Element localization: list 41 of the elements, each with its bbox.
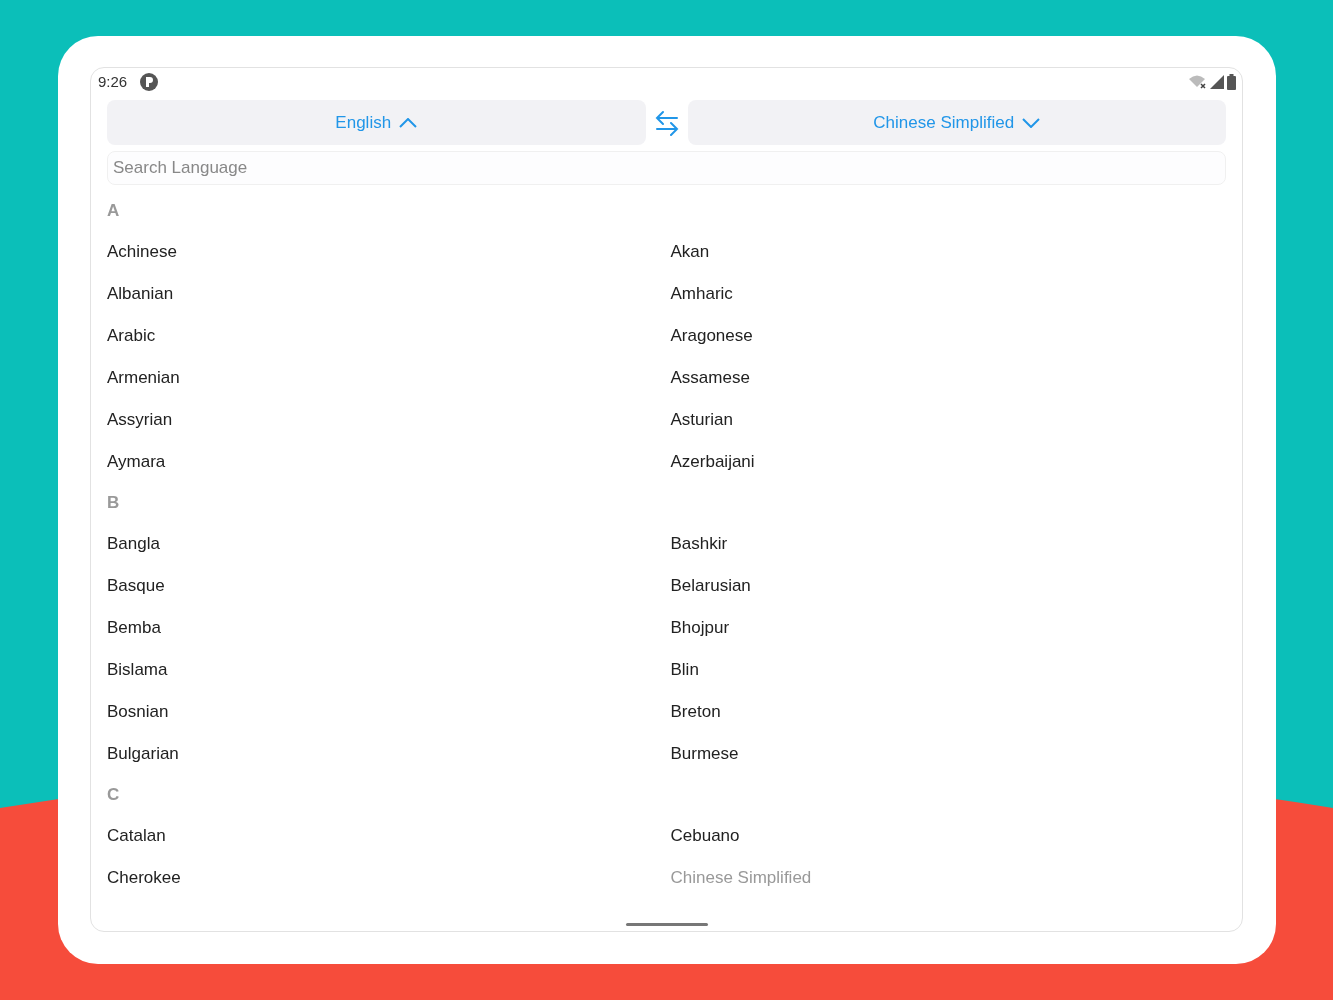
chevron-down-icon — [1022, 117, 1041, 128]
status-time: 9:26 — [98, 71, 128, 92]
chevron-up-icon — [399, 117, 418, 128]
language-item[interactable]: Belarusian — [670, 573, 751, 599]
signal-icon — [1210, 75, 1224, 89]
language-item[interactable]: Breton — [670, 699, 721, 725]
section-letter: A — [107, 200, 120, 223]
language-item[interactable]: Blin — [670, 657, 699, 683]
language-item[interactable]: Cherokee — [107, 865, 181, 891]
language-item[interactable]: Asturian — [670, 407, 733, 433]
language-item[interactable]: Bislama — [107, 657, 168, 683]
language-item[interactable]: Aymara — [107, 449, 166, 475]
language-item[interactable]: Armenian — [107, 365, 180, 391]
language-item[interactable]: Basque — [107, 573, 165, 599]
language-item[interactable]: Bashkir — [670, 531, 728, 557]
language-item[interactable]: Albanian — [107, 281, 174, 307]
language-item[interactable]: Achinese — [107, 239, 177, 265]
battery-icon — [1227, 74, 1236, 90]
language-item[interactable]: Bangla — [107, 531, 160, 557]
language-item[interactable]: Bhojpur — [670, 615, 730, 641]
language-item[interactable]: Aragonese — [670, 323, 753, 349]
language-label: Chinese Simplified — [873, 111, 1015, 134]
language-item[interactable]: Burmese — [670, 741, 739, 767]
language-item[interactable]: Bosnian — [107, 699, 169, 725]
language-item[interactable]: Cebuano — [670, 823, 740, 849]
language-item[interactable]: Akan — [670, 239, 710, 265]
section-letter: B — [107, 492, 120, 515]
language-item[interactable]: Bulgarian — [107, 741, 179, 767]
language-item[interactable]: Amharic — [670, 281, 733, 307]
language-item[interactable]: Bemba — [107, 615, 161, 641]
wifi-off-icon — [1189, 75, 1207, 89]
notification-icon — [140, 73, 159, 91]
language-item[interactable]: Assyrian — [107, 407, 173, 433]
language-item[interactable]: Catalan — [107, 823, 166, 849]
section-letter: C — [107, 784, 120, 807]
language-item[interactable]: Arabic — [107, 323, 156, 349]
language-label: English — [335, 111, 392, 134]
swap-icon[interactable] — [654, 109, 679, 136]
search-field[interactable]: Search Language — [107, 151, 1226, 185]
language-item[interactable]: Azerbaijani — [670, 449, 755, 475]
language-item[interactable]: Assamese — [670, 365, 750, 391]
